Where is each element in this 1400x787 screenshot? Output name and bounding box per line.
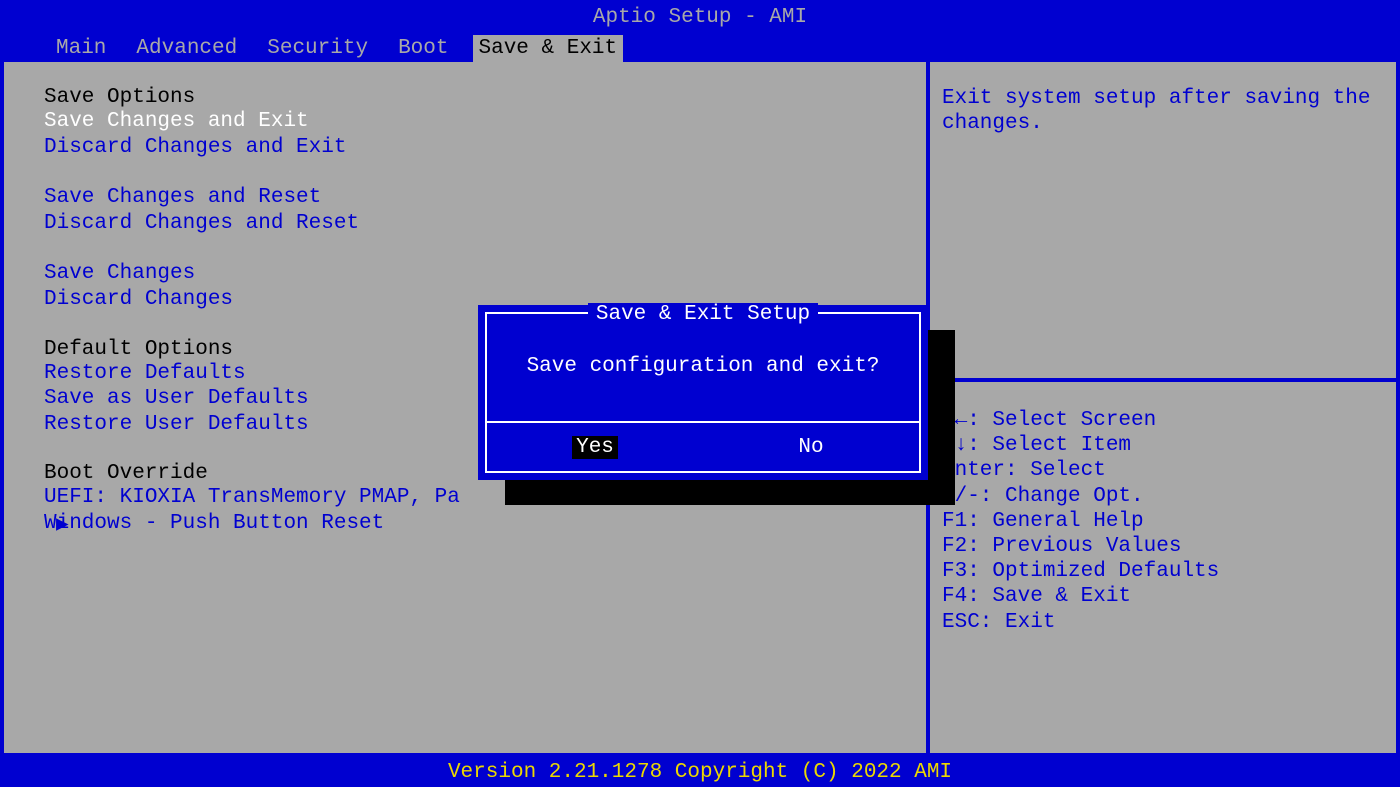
setup-title: Aptio Setup - AMI bbox=[593, 6, 807, 29]
tab-security[interactable]: Security bbox=[261, 35, 374, 62]
key-hint: F4: Save & Exit bbox=[942, 584, 1376, 609]
menu-discard-changes-reset[interactable]: Discard Changes and Reset bbox=[44, 211, 926, 237]
menu-save-changes-reset[interactable]: Save Changes and Reset bbox=[44, 185, 926, 211]
key-hint: Enter: Select bbox=[942, 458, 1376, 483]
dialog-yes-button[interactable]: Yes bbox=[487, 436, 703, 459]
tab-main[interactable]: Main bbox=[50, 35, 112, 62]
version-text: Version 2.21.1278 Copyright (C) 2022 AMI bbox=[448, 761, 952, 784]
key-hint: ESC: Exit bbox=[942, 610, 1376, 635]
menu-windows-push-button-reset[interactable]: Windows - Push Button Reset bbox=[44, 511, 926, 537]
key-hint: →←: Select Screen bbox=[942, 408, 1376, 433]
save-options-header: Save Options bbox=[44, 86, 926, 109]
key-hint: ↑↓: Select Item bbox=[942, 433, 1376, 458]
dialog-no-button[interactable]: No bbox=[703, 436, 919, 459]
help-pane: Exit system setup after saving the chang… bbox=[930, 62, 1396, 753]
footer-bar: Version 2.21.1278 Copyright (C) 2022 AMI bbox=[0, 757, 1400, 787]
tab-boot[interactable]: Boot bbox=[392, 35, 454, 62]
help-description: Exit system setup after saving the chang… bbox=[930, 62, 1396, 382]
menu-save-changes-exit[interactable]: Save Changes and Exit bbox=[44, 109, 926, 135]
tab-bar: Main Advanced Security Boot Save & Exit bbox=[0, 34, 1400, 62]
confirm-dialog: Save & Exit Setup Save configuration and… bbox=[478, 305, 928, 480]
tab-advanced[interactable]: Advanced bbox=[130, 35, 243, 62]
key-hint: +/-: Change Opt. bbox=[942, 484, 1376, 509]
menu-discard-changes-exit[interactable]: Discard Changes and Exit bbox=[44, 135, 926, 161]
title-bar: Aptio Setup - AMI bbox=[0, 0, 1400, 34]
submenu-arrow-icon: ▶ bbox=[56, 511, 69, 537]
tab-save-exit[interactable]: Save & Exit bbox=[473, 35, 624, 62]
key-hint: F2: Previous Values bbox=[942, 534, 1376, 559]
dialog-title: Save & Exit Setup bbox=[588, 303, 818, 326]
help-keys: →←: Select Screen ↑↓: Select Item Enter:… bbox=[930, 382, 1396, 645]
key-hint: F3: Optimized Defaults bbox=[942, 559, 1376, 584]
key-hint: F1: General Help bbox=[942, 509, 1376, 534]
menu-save-changes[interactable]: Save Changes bbox=[44, 261, 926, 287]
